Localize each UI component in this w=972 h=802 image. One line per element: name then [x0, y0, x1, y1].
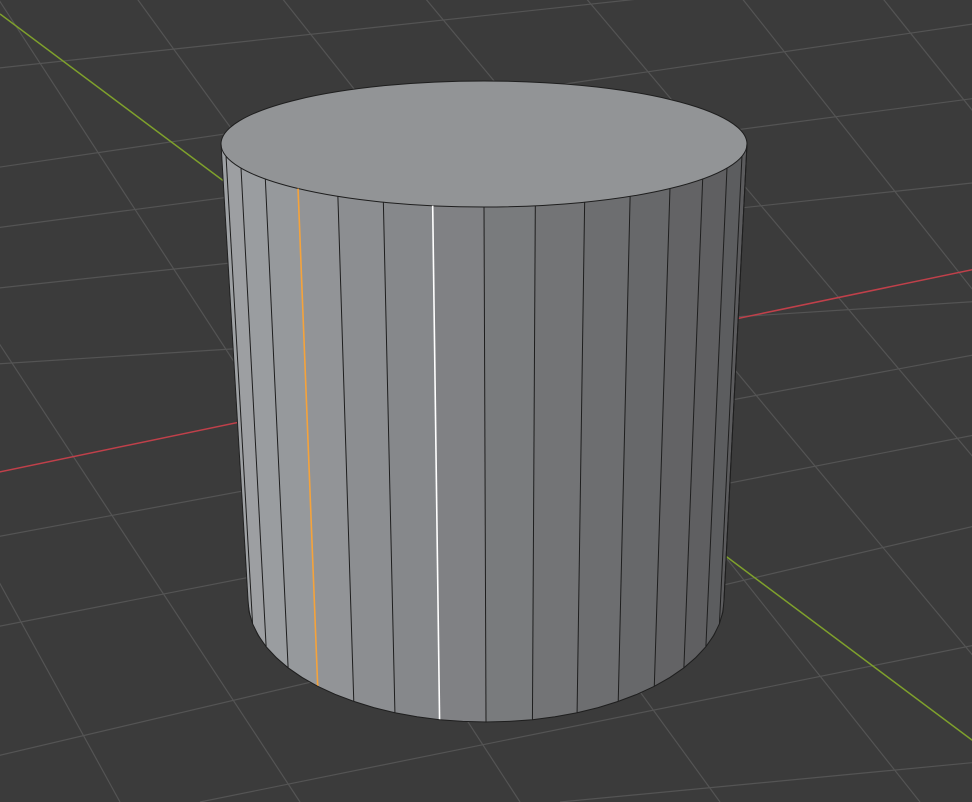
viewport-canvas[interactable] — [0, 0, 972, 802]
grid-line — [883, 0, 972, 111]
grid-line — [559, 762, 972, 802]
grid-line — [0, 582, 121, 802]
cylinder-side-face[interactable] — [432, 205, 487, 723]
cylinder-side-face[interactable] — [532, 201, 585, 721]
cylinder-side-face[interactable] — [483, 205, 536, 723]
cylinder-mesh[interactable] — [220, 80, 748, 723]
3d-viewport[interactable] — [0, 0, 972, 802]
cylinder-top-face[interactable] — [220, 80, 748, 208]
